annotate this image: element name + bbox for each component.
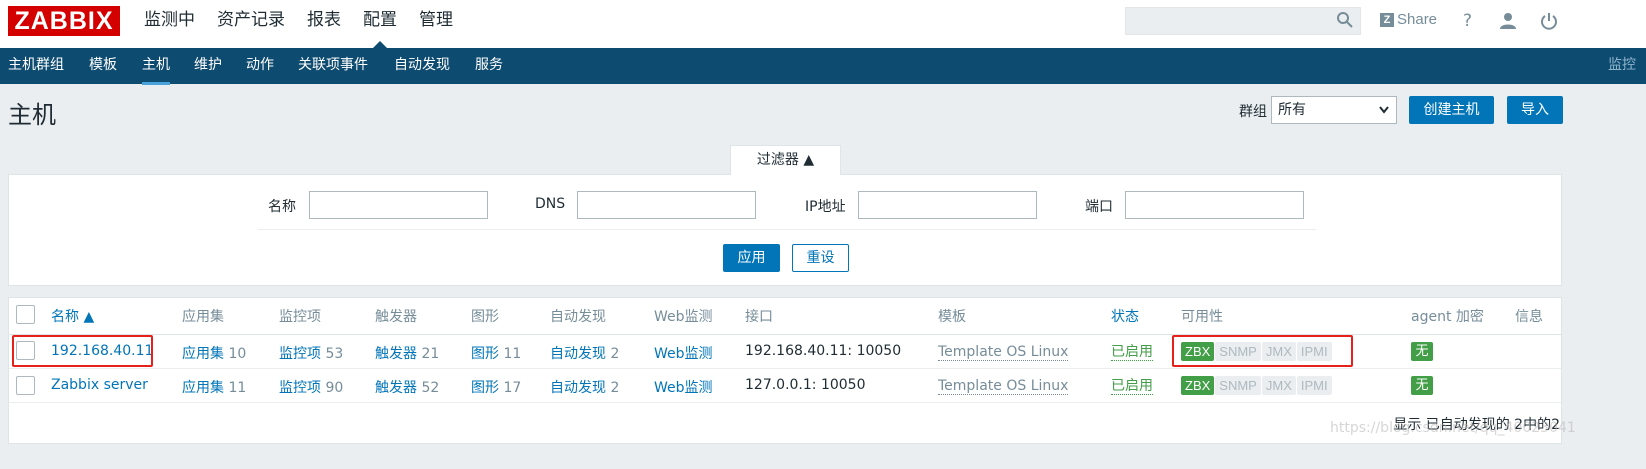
sub-nav-discovery[interactable]: 自动发现 (394, 48, 450, 82)
column-info-header: 信息 (1515, 309, 1543, 325)
row-divider (9, 402, 1561, 403)
annotation-highlight-host (12, 335, 153, 367)
zabbix-share-icon: Z (1380, 12, 1394, 27)
column-items-header: 监控项 (279, 309, 321, 325)
items-link[interactable]: 监控项 53 (279, 343, 343, 363)
column-status-header[interactable]: 状态 (1111, 306, 1139, 326)
jmx-badge: JMX (1261, 376, 1296, 395)
filter-ip-input[interactable] (858, 191, 1037, 219)
main-nav-administration[interactable]: 管理 (419, 0, 453, 48)
interface-value: 192.168.40.11: 10050 (745, 343, 902, 359)
filter-tab[interactable]: 过滤器 ▲ (730, 145, 841, 175)
column-templates-header: 模板 (938, 309, 966, 325)
applications-link[interactable]: 应用集 11 (182, 377, 246, 397)
graphs-link[interactable]: 图形 17 (471, 377, 521, 397)
snmp-badge: SNMP (1215, 376, 1261, 395)
search-icon[interactable] (1336, 11, 1354, 33)
top-bar: ZABBIX 监测中 资产记录 报表 配置 管理 Z Share ? (0, 0, 1646, 48)
encryption-badge: 无 (1411, 342, 1433, 361)
watermark-text: https://blog.csdn.net/qq_40023041 (1330, 420, 1576, 436)
web-link[interactable]: Web监测 (654, 377, 713, 397)
column-name-header[interactable]: 名称 ▲ (51, 306, 94, 326)
applications-link[interactable]: 应用集 10 (182, 343, 246, 363)
web-link[interactable]: Web监测 (654, 343, 713, 363)
filter-divider (258, 229, 1316, 230)
main-nav-configuration[interactable]: 配置 (363, 0, 397, 48)
select-all-checkbox[interactable] (16, 305, 35, 324)
discovery-link[interactable]: 自动发现 2 (550, 343, 619, 363)
filter-dns-input[interactable] (577, 191, 756, 219)
chevron-down-icon (1378, 97, 1390, 133)
sub-nav-event-correlation[interactable]: 关联项事件 (298, 48, 368, 82)
filter-panel (8, 174, 1562, 286)
template-link[interactable]: Template OS Linux (938, 344, 1069, 361)
annotation-highlight-availability (1172, 335, 1353, 367)
sub-nav-hosts[interactable]: 主机 (142, 48, 170, 85)
main-nav-reports[interactable]: 报表 (307, 0, 341, 48)
status-toggle[interactable]: 已启用 (1111, 344, 1153, 361)
main-nav: 监测中 资产记录 报表 配置 管理 (144, 0, 475, 48)
sub-nav-maintenance[interactable]: 维护 (194, 48, 222, 82)
filter-ip-label: IP地址 (805, 199, 846, 215)
ipmi-badge: IPMI (1296, 376, 1332, 395)
main-nav-inventory[interactable]: 资产记录 (217, 0, 285, 48)
triggers-link[interactable]: 触发器 21 (375, 343, 439, 363)
column-web-header: Web监测 (654, 309, 713, 325)
sub-nav-services[interactable]: 服务 (475, 48, 503, 82)
group-label: 群组 (1239, 104, 1267, 120)
filter-name-label: 名称 (268, 199, 296, 215)
filter-port-label: 端口 (1085, 199, 1113, 215)
search-input[interactable] (1125, 7, 1361, 35)
user-profile-icon[interactable] (1499, 12, 1517, 35)
template-link[interactable]: Template OS Linux (938, 378, 1069, 395)
main-nav-monitoring[interactable]: 监测中 (144, 0, 195, 48)
share-link[interactable]: Z Share (1380, 11, 1437, 28)
apply-button[interactable]: 应用 (723, 244, 780, 272)
group-select[interactable]: 所有 (1271, 96, 1397, 124)
create-host-button[interactable]: 创建主机 (1409, 96, 1494, 124)
availability-badges: ZBX SNMP JMX IPMI (1181, 376, 1333, 395)
status-toggle[interactable]: 已启用 (1111, 378, 1153, 395)
discovery-link[interactable]: 自动发现 2 (550, 377, 619, 397)
interface-value: 127.0.0.1: 10050 (745, 377, 866, 393)
column-triggers-header: 触发器 (375, 309, 417, 325)
row-divider (9, 368, 1561, 369)
items-link[interactable]: 监控项 90 (279, 377, 343, 397)
hosts-table (8, 297, 1562, 444)
help-icon[interactable]: ? (1463, 11, 1472, 31)
page-title: 主机 (8, 101, 56, 129)
reset-button[interactable]: 重设 (792, 244, 849, 272)
column-interface-header: 接口 (745, 309, 773, 325)
logout-icon[interactable] (1540, 12, 1558, 35)
encryption-badge: 无 (1411, 376, 1433, 395)
host-name-link[interactable]: Zabbix server (51, 377, 148, 393)
sub-nav-host-groups[interactable]: 主机群组 (8, 48, 64, 82)
zbx-badge: ZBX (1181, 376, 1215, 395)
triggers-link[interactable]: 触发器 52 (375, 377, 439, 397)
column-availability-header: 可用性 (1181, 309, 1223, 325)
filter-port-input[interactable] (1125, 191, 1304, 219)
column-graphs-header: 图形 (471, 309, 499, 325)
filter-dns-label: DNS (535, 196, 566, 212)
column-applications-header: 应用集 (182, 309, 224, 325)
sub-nav-templates[interactable]: 模板 (89, 48, 117, 82)
column-discovery-header: 自动发现 (550, 309, 606, 325)
row-checkbox[interactable] (16, 376, 35, 395)
zabbix-logo[interactable]: ZABBIX (8, 6, 120, 36)
filter-name-input[interactable] (309, 191, 488, 219)
sub-nav: 主机群组 模板 主机 维护 动作 关联项事件 自动发现 服务 监控 (0, 48, 1646, 85)
column-encryption-header: agent 加密 (1411, 309, 1484, 325)
group-select-value: 所有 (1278, 102, 1306, 118)
graphs-link[interactable]: 图形 11 (471, 343, 521, 363)
share-label: Share (1397, 11, 1438, 28)
sub-nav-actions[interactable]: 动作 (246, 48, 274, 82)
import-button[interactable]: 导入 (1507, 96, 1563, 124)
sub-nav-monitor-link[interactable]: 监控 (1608, 48, 1636, 82)
